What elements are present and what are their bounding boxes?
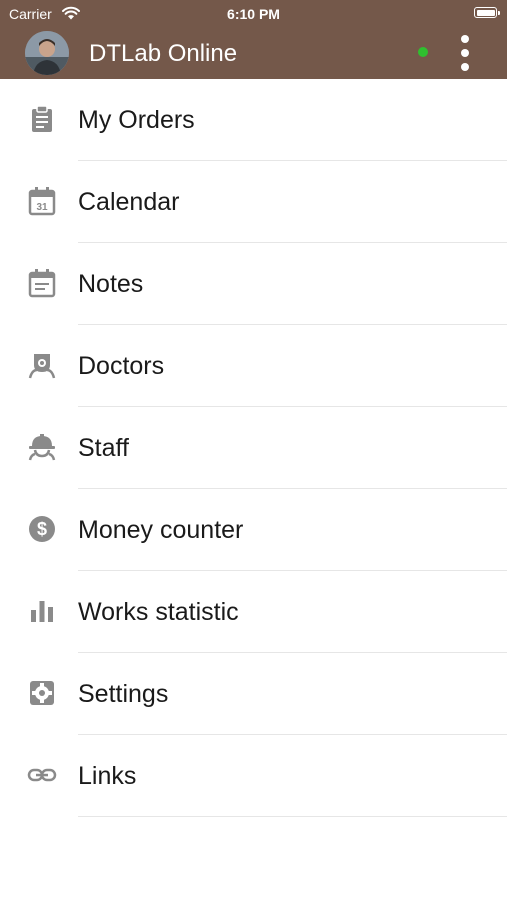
menu-item-links[interactable]: Links <box>0 735 507 817</box>
more-vertical-icon <box>461 35 469 43</box>
menu-item-label: Works statistic <box>78 598 239 626</box>
menu-item-label: Links <box>78 762 137 790</box>
dollar-icon: $ <box>29 516 55 542</box>
menu-item-label: Calendar <box>78 188 180 216</box>
menu-item-settings[interactable]: Settings <box>0 653 507 735</box>
status-bar: Carrier 6:10 PM <box>0 0 507 28</box>
hardhat-icon <box>28 434 56 461</box>
menu-item-notes[interactable]: Notes <box>0 243 507 325</box>
side-menu: My Orders 31 Calendar Notes Doctors Staf… <box>0 79 507 817</box>
status-time: 6:10 PM <box>227 6 280 22</box>
menu-item-staff[interactable]: Staff <box>0 407 507 489</box>
menu-item-doctors[interactable]: Doctors <box>0 325 507 407</box>
online-status-indicator <box>418 47 428 57</box>
svg-text:$: $ <box>37 519 47 539</box>
menu-item-calendar[interactable]: 31 Calendar <box>0 161 507 243</box>
gear-icon <box>30 681 54 705</box>
menu-item-label: Doctors <box>78 352 165 380</box>
clipboard-icon <box>32 105 52 132</box>
menu-item-label: Staff <box>78 434 129 462</box>
svg-text:31: 31 <box>36 202 48 213</box>
doctor-icon <box>28 354 56 379</box>
more-options-button[interactable] <box>453 33 477 73</box>
menu-item-label: Settings <box>78 680 169 708</box>
app-header: Carrier 6:10 PM DTLab Online <box>0 0 507 79</box>
app-title: DTLab Online <box>89 40 238 67</box>
calendar-icon: 31 <box>28 187 56 216</box>
divider <box>78 816 507 817</box>
battery-icon <box>474 7 500 18</box>
menu-item-label: My Orders <box>78 106 195 134</box>
link-icon <box>27 768 57 782</box>
menu-item-money-counter[interactable]: $ Money counter <box>0 489 507 571</box>
menu-item-my-orders[interactable]: My Orders <box>0 79 507 161</box>
avatar[interactable] <box>25 31 69 75</box>
menu-item-label: Money counter <box>78 516 244 544</box>
bar-chart-icon <box>31 601 53 622</box>
menu-item-works-statistic[interactable]: Works statistic <box>0 571 507 653</box>
menu-item-label: Notes <box>78 270 144 298</box>
notes-icon <box>28 269 56 298</box>
